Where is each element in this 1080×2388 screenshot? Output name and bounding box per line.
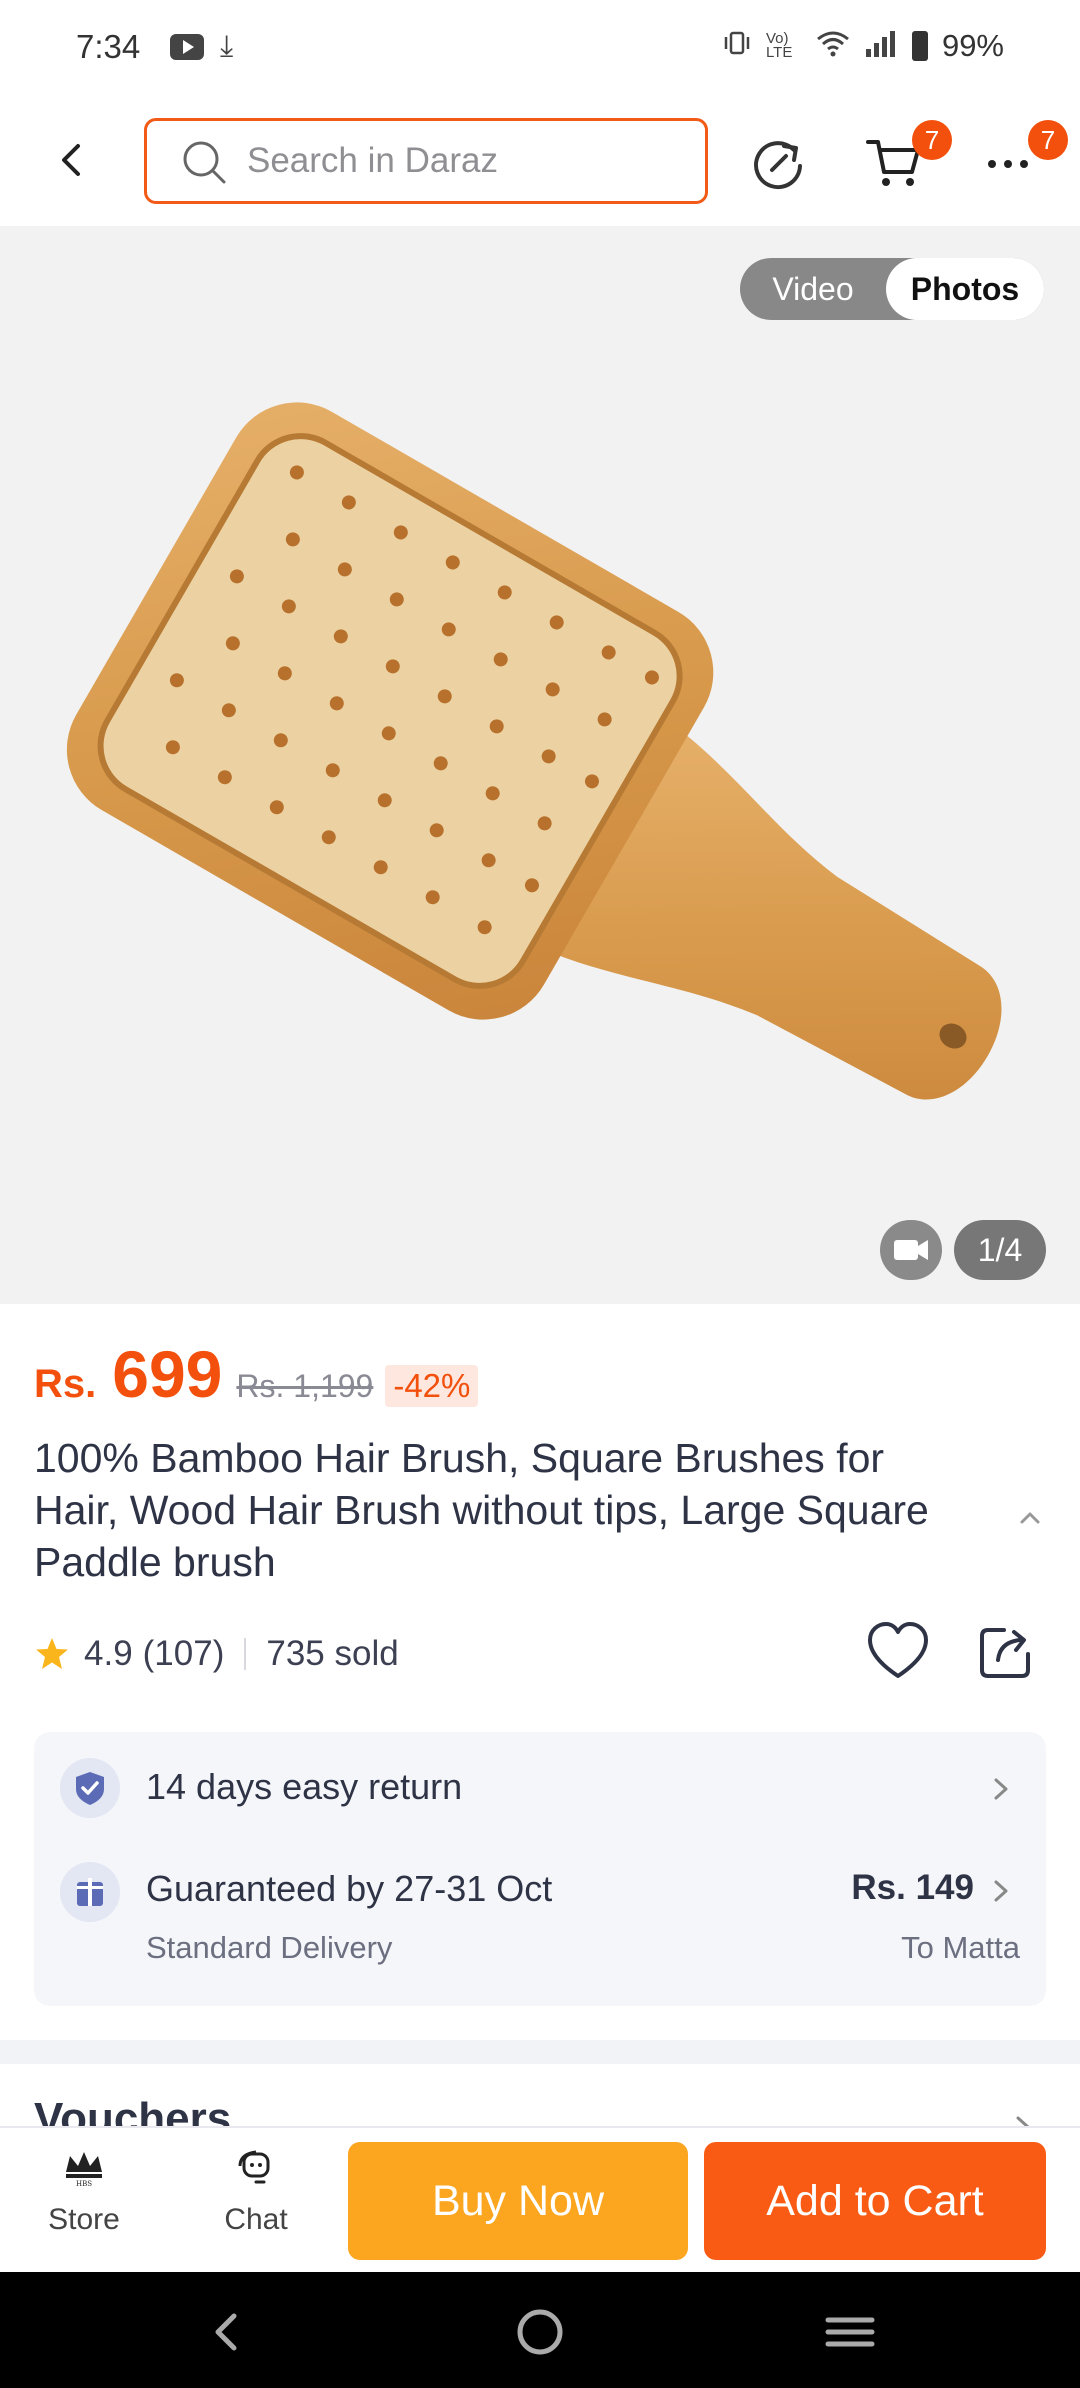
discount-badge: -42% [385, 1365, 479, 1407]
cell-signal-icon [864, 29, 898, 64]
refresh-button[interactable] [750, 134, 808, 192]
chevron-right-icon [994, 1880, 1008, 1902]
store-label: Store [48, 2203, 120, 2236]
youtube-notification-icon [170, 34, 204, 60]
heart-icon [868, 1622, 928, 1678]
chevron-right-icon [994, 1778, 1008, 1800]
system-menu-icon [825, 2317, 875, 2347]
original-price: Rs. 1,199 [236, 1368, 374, 1404]
review-count: (107) [142, 1634, 225, 1673]
status-bar: 7:34 ⤓ Vo) LTE 99% [0, 0, 1080, 100]
sold-count: 735 sold [266, 1634, 399, 1673]
back-button[interactable] [50, 138, 94, 182]
delivery-box-icon [60, 1862, 120, 1922]
return-policy-label: 14 days easy return [146, 1766, 463, 1807]
system-back-icon [215, 2313, 237, 2351]
system-home-button[interactable] [510, 2302, 570, 2362]
status-time: 7:34 [76, 28, 141, 65]
current-price: 699 [112, 1337, 223, 1411]
product-image-gallery[interactable]: Video Photos 1/4 [0, 226, 1080, 1304]
delivery-guarantee-label: Guaranteed by 27-31 Oct [146, 1868, 553, 1909]
vibrate-icon [722, 30, 752, 63]
status-indicators: Vo) LTE 99% [722, 28, 1004, 64]
rating-row[interactable]: 4.9 (107) 735 sold [34, 1626, 399, 1682]
play-video-button[interactable] [880, 1220, 942, 1280]
video-tab[interactable]: Video [740, 258, 886, 320]
wishlist-button[interactable] [866, 1620, 930, 1682]
search-icon [183, 141, 226, 184]
section-divider [0, 2040, 1080, 2064]
star-icon [36, 1638, 68, 1669]
battery-icon [911, 31, 928, 61]
video-camera-icon [894, 1240, 928, 1260]
search-input[interactable] [247, 121, 687, 201]
image-page-counter: 1/4 [954, 1220, 1046, 1280]
top-header: 7 7 [0, 100, 1080, 224]
battery-percent: 99% [941, 28, 1004, 63]
cart-count-badge: 7 [912, 120, 952, 160]
store-button[interactable]: HBS Store [24, 2148, 144, 2237]
store-crown-icon: HBS [66, 2152, 102, 2188]
price-row: Rs. 699 Rs. 1,199 -42% [34, 1336, 479, 1416]
delivery-price: Rs. 149 [851, 1868, 974, 1907]
system-recents-button[interactable] [820, 2302, 880, 2362]
wifi-icon [816, 29, 850, 64]
system-back-button[interactable] [198, 2302, 258, 2362]
more-icon [988, 160, 1028, 168]
more-notification-badge: 7 [1028, 120, 1068, 160]
back-arrow-icon [62, 144, 80, 176]
delivery-destination: To Matta [901, 1930, 1020, 1965]
svg-text:HBS: HBS [76, 2180, 92, 2188]
product-image-hair-brush [66, 402, 1002, 1100]
add-to-cart-button[interactable]: Add to Cart [704, 2142, 1046, 2260]
product-title: 100% Bamboo Hair Brush, Square Brushes f… [34, 1435, 929, 1585]
delivery-type: Standard Delivery [146, 1930, 393, 1965]
return-policy-row[interactable]: 14 days easy return [34, 1732, 1046, 1844]
media-toggle: Video Photos [740, 258, 1044, 320]
service-card: 14 days easy return Guaranteed by 27-31 … [34, 1732, 1046, 2006]
refresh-icon [754, 141, 802, 190]
cart-button[interactable]: 7 [864, 120, 952, 194]
system-navigation-bar [0, 2272, 1080, 2388]
price-currency: Rs. [34, 1362, 97, 1406]
system-home-icon [517, 2309, 563, 2355]
chevron-up-icon [1020, 1512, 1040, 1524]
shield-check-icon [60, 1758, 120, 1818]
rating-value: 4.9 [84, 1634, 133, 1673]
buy-now-button[interactable]: Buy Now [348, 2142, 688, 2260]
search-box[interactable] [144, 118, 708, 204]
collapse-title-button[interactable] [1014, 1502, 1046, 1534]
bottom-action-bar: HBS Store Chat Buy Now Add to Cart [0, 2126, 1080, 2272]
share-button[interactable] [978, 1622, 1036, 1680]
chat-button[interactable]: Chat [196, 2148, 316, 2237]
chat-label: Chat [224, 2203, 288, 2236]
photos-tab[interactable]: Photos [886, 258, 1044, 320]
more-options-button[interactable]: 7 [984, 120, 1068, 188]
chat-support-icon [238, 2150, 270, 2184]
download-notification-icon: ⤓ [220, 30, 234, 63]
delivery-row[interactable]: Guaranteed by 27-31 Oct Standard Deliver… [34, 1844, 1046, 2006]
volte-icon: Vo) LTE [765, 30, 793, 61]
share-icon [980, 1628, 1030, 1678]
rating-divider [244, 1638, 247, 1670]
